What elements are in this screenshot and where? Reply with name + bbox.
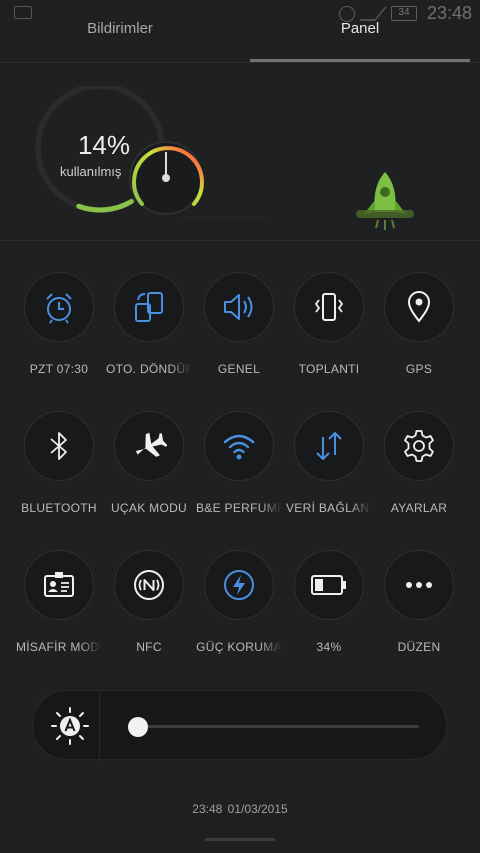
wifi-icon <box>223 434 255 460</box>
toggle-mobile-data[interactable]: VERİ BAĞLANTISI <box>284 411 374 515</box>
memory-label: kullanılmış <box>60 164 122 179</box>
volume-icon <box>224 294 253 320</box>
footer-datetime: 23:48 01/03/2015 <box>192 802 288 816</box>
panel-tabs: Bildirimler Panel <box>0 8 480 64</box>
memory-cleaner-widget[interactable]: 14% kullanılmış <box>30 86 270 236</box>
toggle-label: B&E PERFUME <box>196 501 282 515</box>
toggle-alarm[interactable]: PZT 07:30 <box>14 272 104 376</box>
airplane-icon <box>135 432 167 457</box>
toggle-label: DÜZEN <box>397 640 441 654</box>
toggle-label: GÜÇ KORUMA <box>196 640 282 654</box>
toggle-sound-profile[interactable]: GENEL <box>194 272 284 376</box>
toggle-label: VERİ BAĞLANTISI <box>286 501 372 515</box>
brightness-control <box>32 690 447 761</box>
toggle-nfc[interactable]: NFC <box>104 550 194 654</box>
toggle-label: AYARLAR <box>390 501 448 515</box>
toggle-auto-rotate[interactable]: OTO. DÖNDÜR <box>104 272 194 376</box>
toggle-label: MİSAFİR MODU <box>16 640 102 654</box>
toggle-airplane[interactable]: UÇAK MODU <box>104 411 194 515</box>
battery-icon <box>311 575 346 595</box>
tab-notifications[interactable]: Bildirimler <box>10 20 230 37</box>
drag-handle[interactable] <box>205 838 275 841</box>
toggle-meeting[interactable]: TOPLANTI <box>284 272 374 376</box>
toggle-label: UÇAK MODU <box>110 501 188 515</box>
more-icon <box>406 582 432 588</box>
vibrate-icon <box>314 293 344 321</box>
brightness-slider-thumb[interactable] <box>127 717 148 737</box>
power-saving-icon <box>224 570 254 600</box>
toggle-guest-mode[interactable]: MİSAFİR MODU <box>14 550 104 654</box>
guest-badge-icon <box>44 572 74 597</box>
toggle-label: BLUETOOTH <box>21 501 97 515</box>
toggle-label: NFC <box>136 640 162 654</box>
toggle-bluetooth[interactable]: BLUETOOTH <box>14 411 104 515</box>
battery-level-fill <box>315 579 323 591</box>
toggle-settings[interactable]: AYARLAR <box>374 411 464 515</box>
toggle-label: GENEL <box>217 362 261 376</box>
toggle-label: GPS <box>405 362 433 376</box>
auto-rotate-icon <box>135 292 163 322</box>
toggle-label: OTO. DÖNDÜR <box>106 362 192 376</box>
tabs-divider <box>0 62 480 63</box>
toggle-edit-layout[interactable]: DÜZEN <box>374 550 464 654</box>
gear-icon <box>404 430 434 462</box>
toggle-label: TOPLANTI <box>298 362 360 376</box>
location-pin-icon <box>407 291 431 323</box>
toggle-battery[interactable]: 34% <box>284 550 374 654</box>
toggle-power-saving[interactable]: GÜÇ KORUMA <box>194 550 284 654</box>
bluetooth-icon <box>50 432 67 460</box>
nfc-icon <box>134 570 164 600</box>
data-transfer-icon <box>316 432 342 460</box>
auto-brightness-icon[interactable] <box>47 703 93 749</box>
rocket-boost-icon[interactable] <box>350 168 420 234</box>
memory-gauge <box>35 86 270 219</box>
tab-panel[interactable]: Panel <box>250 20 470 37</box>
section-divider <box>0 240 480 241</box>
toggle-wifi[interactable]: B&E PERFUME <box>194 411 284 515</box>
memory-percent: 14% <box>77 130 131 160</box>
toggle-label: 34% <box>316 640 342 654</box>
toggle-label: PZT 07:30 <box>29 362 89 376</box>
alarm-icon <box>46 293 72 324</box>
toggle-gps[interactable]: GPS <box>374 272 464 376</box>
brightness-separator <box>99 691 100 761</box>
brightness-slider-track[interactable] <box>127 717 419 737</box>
